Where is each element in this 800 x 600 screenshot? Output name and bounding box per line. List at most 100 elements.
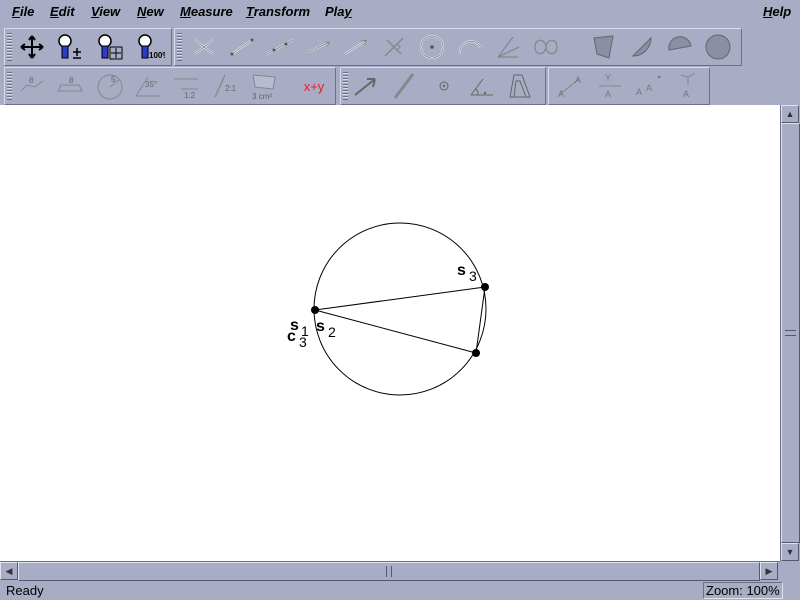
vertical-scrollbar[interactable]: ▲ ▼ [780,105,800,561]
circle-tool-button[interactable] [415,30,449,64]
point-lower-right[interactable] [472,349,480,357]
segment-s3[interactable] [475,286,486,354]
arc-tool-button[interactable] [453,30,487,64]
horizontal-scrollbar[interactable]: ◀ ▶ [0,561,780,581]
zoom-fit-icon [98,34,123,60]
scroll-down-button[interactable]: ▼ [781,543,799,561]
segment-tool-button[interactable] [225,30,259,64]
reflect-icon [393,73,415,99]
polygon-fill-tool-button[interactable] [587,30,621,64]
svg-text:100%: 100% [149,51,165,60]
ray-tool-button[interactable] [301,30,335,64]
svg-text:c: c [287,328,296,345]
dilate-button[interactable] [503,69,537,103]
perpendicular-tool-button[interactable] [377,30,411,64]
scroll-left-button[interactable]: ◀ [0,562,18,580]
segment-fill-tool-button[interactable] [663,30,697,64]
translate-button[interactable] [349,69,383,103]
label-vertex-icon: A [680,72,696,99]
vertical-scroll-thumb[interactable] [781,123,800,543]
svg-text:A: A [575,75,581,85]
toolbar-grip[interactable] [7,72,12,100]
rotate-button[interactable] [465,69,499,103]
reflect-button[interactable] [387,69,421,103]
measure-slope-button[interactable]: 2:1 [209,69,243,103]
measure-length-icon: 8 [57,76,83,92]
scroll-right-button[interactable]: ▶ [760,562,778,580]
horizontal-scroll-thumb[interactable] [18,562,760,581]
move-tool-button[interactable] [15,30,49,64]
label-segment-button[interactable]: YA [593,69,627,103]
menu-edit[interactable]: Edit [50,4,75,19]
svg-text:35°: 35° [145,80,157,89]
svg-text:8: 8 [29,76,34,85]
move-icon [20,35,44,59]
label-angle-button[interactable]: AA [631,69,665,103]
arc-icon [458,40,482,55]
measure-ratio-icon: 1:2 [174,78,198,100]
calculate-button[interactable]: x+y [297,69,331,103]
measure-radius-icon: 5 [97,74,123,100]
svg-text:2:1: 2:1 [225,84,237,93]
menu-play[interactable]: Play [325,4,352,19]
segment-s1[interactable] [314,286,486,311]
locus-tool-button[interactable] [529,30,563,64]
svg-text:2: 2 [328,324,336,340]
line-tool-button[interactable] [263,30,297,64]
circle-fill-tool-button[interactable] [701,30,735,64]
svg-text:A: A [636,87,642,97]
ray-icon [307,41,331,53]
zoom-100-button[interactable]: 100% [133,30,167,64]
menu-view[interactable]: View [91,4,120,19]
svg-text:5: 5 [111,75,116,84]
rotate-icon [470,78,493,96]
vector-tool-button[interactable] [339,30,373,64]
rotate-point-button[interactable] [427,69,461,103]
sector-fill-tool-button[interactable] [625,30,659,64]
measure-length-button[interactable]: 8 [53,69,87,103]
segment-icon [230,38,254,56]
segment-s2[interactable] [314,309,477,354]
zoom-fit-button[interactable] [93,30,127,64]
intersection-tool-button[interactable] [187,30,221,64]
measure-radius-button[interactable]: 5 [93,69,127,103]
toolbar-grip[interactable] [177,33,182,61]
menu-help[interactable]: Help [763,4,791,19]
measure-area-button[interactable]: 3 cm² [247,69,281,103]
measure-area-icon: 3 cm² [252,74,276,101]
sector-fill-icon [631,36,652,57]
measure-distance-button[interactable]: 8 [15,69,49,103]
menu-measure[interactable]: Measure [180,4,233,19]
zoom-in-out-button[interactable] [53,30,87,64]
point-left[interactable] [311,306,319,314]
svg-text:A: A [605,89,611,99]
polygon-fill-icon [593,35,614,59]
measure-ratio-button[interactable]: 1:2 [169,69,203,103]
toolbar-group-construct [174,28,742,66]
svg-text:3 cm²: 3 cm² [252,92,272,101]
point-upper-right[interactable] [481,283,489,291]
geometry-sketch[interactable]: s 3 s 2 s 1 c 3 [0,105,780,561]
toolbar-grip[interactable] [343,72,348,100]
menu-bar: File Edit View New Measure Transform Pla… [0,0,800,24]
locus-icon [534,39,558,55]
zoom-in-out-icon [58,34,81,59]
circle-center-point-icon [420,35,444,59]
menu-new[interactable]: New [137,4,164,19]
calculate-icon: x+y [303,78,325,94]
menu-transform[interactable]: Transform [246,4,310,19]
perpendicular-icon [384,37,404,57]
toolbar-grip[interactable] [7,33,12,61]
scroll-up-button[interactable]: ▲ [781,105,799,123]
label-vertex-button[interactable]: A [671,69,705,103]
svg-text:s: s [316,318,325,335]
angle-bisector-tool-button[interactable] [491,30,525,64]
label-angle-icon: AA [636,75,661,97]
circle-c3[interactable] [313,222,487,396]
menu-file[interactable]: File [12,4,34,19]
label-point-button[interactable]: AA [553,69,587,103]
drawing-canvas[interactable]: s 3 s 2 s 1 c 3 [0,105,780,561]
measure-angle-button[interactable]: 35° [131,69,165,103]
toolbar-group-measure: 8 8 5 35° 1:2 2:1 3 cm² x+y [4,67,336,105]
measure-angle-icon: 35° [135,76,160,97]
